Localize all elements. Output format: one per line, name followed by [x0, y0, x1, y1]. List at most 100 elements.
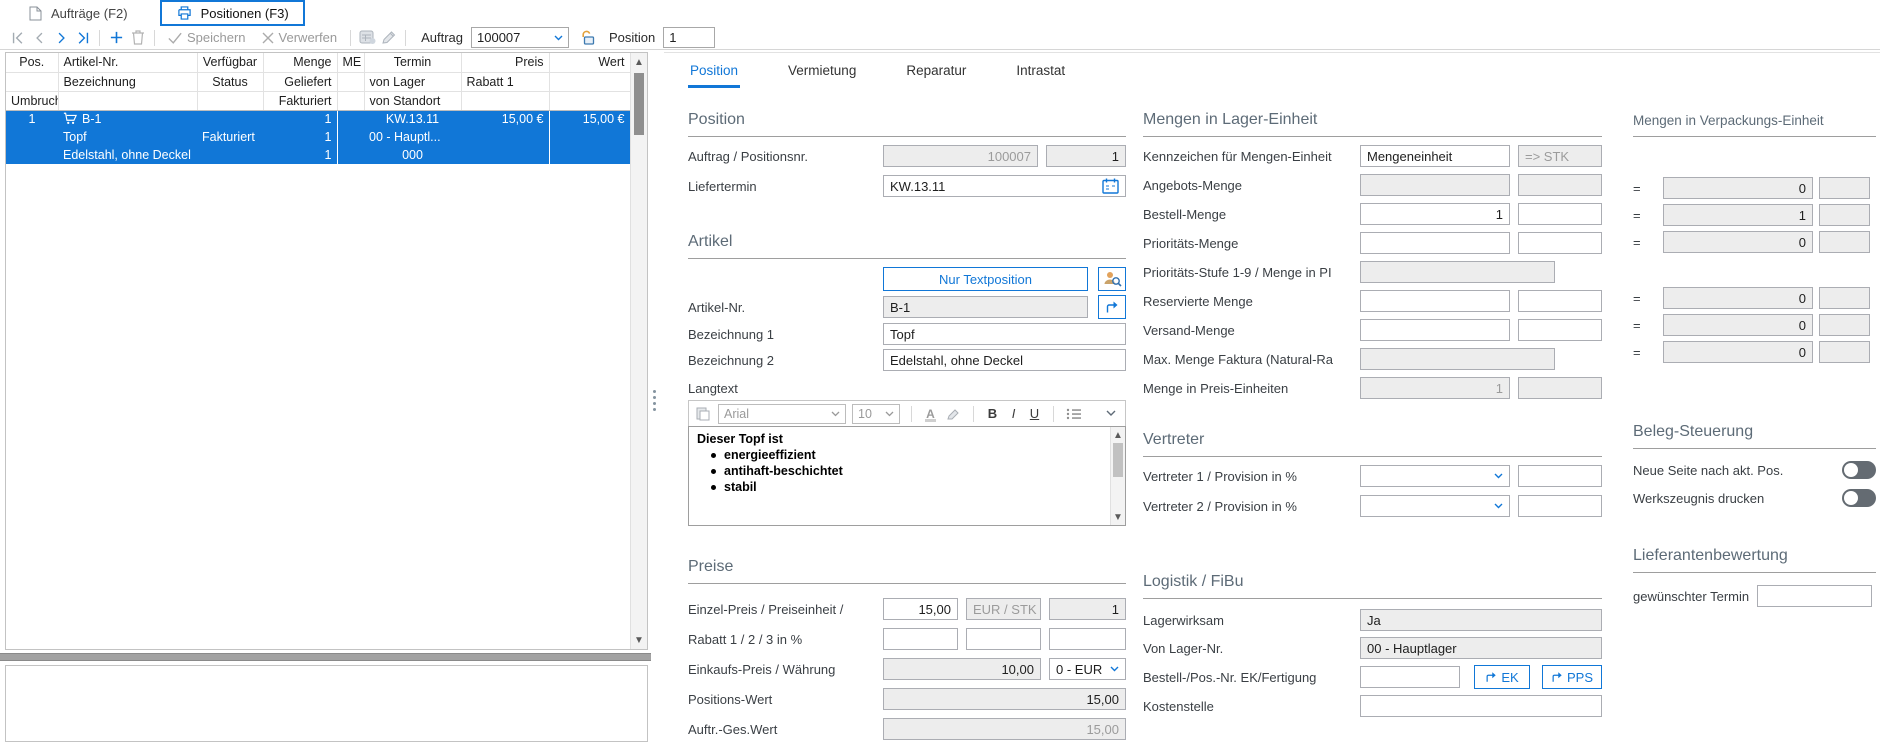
tab-auftraege[interactable]: Aufträge (F2) [12, 0, 142, 26]
cell-bezeichnung1[interactable]: Topf [58, 128, 197, 146]
delete-position-button[interactable] [127, 28, 149, 48]
next-record-button[interactable] [50, 28, 72, 48]
horizontal-splitter[interactable] [0, 653, 651, 661]
calendar-icon[interactable] [1102, 178, 1119, 194]
nur-textposition-button[interactable]: Nur Textposition [883, 267, 1088, 291]
reservierte-menge-input2[interactable] [1518, 290, 1602, 312]
underline-button[interactable]: U [1027, 406, 1042, 421]
cell-bezeichnung2[interactable]: Edelstahl, ohne Deckel [58, 146, 197, 164]
cell-geliefert[interactable]: 1 [263, 128, 337, 146]
vertreter1-select[interactable] [1360, 465, 1510, 487]
col-header-termin[interactable]: Termin [364, 53, 461, 72]
bullet-list-icon[interactable] [1065, 405, 1083, 423]
col-header-rabatt1[interactable]: Rabatt 1 [461, 72, 549, 91]
pps-jump-button[interactable]: PPS [1542, 665, 1602, 689]
bezeichnung1-input[interactable]: Topf [883, 323, 1126, 345]
scroll-down-arrow[interactable]: ▼ [631, 632, 647, 648]
ek-jump-button[interactable]: EK [1474, 665, 1530, 689]
bestell-menge-input2[interactable] [1518, 203, 1602, 225]
col-header-fakturiert[interactable]: Fakturiert [263, 91, 337, 110]
rabatt3-input[interactable] [1049, 628, 1126, 650]
langtext-editor[interactable]: Dieser Topf ist energieeffizient antihaf… [688, 426, 1126, 526]
bezeichnung2-input[interactable]: Edelstahl, ohne Deckel [883, 349, 1126, 371]
highlighter-icon[interactable] [944, 405, 962, 423]
editor-scrollbar[interactable]: ▲ ▼ [1110, 427, 1125, 525]
provision1-input[interactable] [1518, 465, 1602, 487]
artikel-suche-button[interactable] [1098, 267, 1126, 291]
cell-preis[interactable]: 15,00 € [461, 110, 549, 128]
save-button[interactable]: Speichern [160, 30, 254, 45]
scroll-up-arrow[interactable]: ▲ [1111, 427, 1125, 443]
position-input[interactable]: 1 [663, 27, 715, 48]
tab-positionen[interactable]: Positionen (F3) [160, 0, 305, 26]
einzelpreis-input[interactable]: 15,00 [883, 598, 958, 620]
font-color-button[interactable]: A [923, 407, 938, 421]
unlock-icon[interactable] [577, 28, 599, 48]
tab-intrastat[interactable]: Intrastat [1014, 59, 1067, 88]
scroll-thumb[interactable] [1113, 443, 1123, 477]
col-header-bezeichnung[interactable]: Bezeichnung [58, 72, 197, 91]
cell-von-lager[interactable]: 00 - Hauptl... [364, 128, 461, 146]
scroll-thumb[interactable] [634, 73, 644, 135]
cell-fakturiert[interactable]: 1 [263, 146, 337, 164]
col-header-me[interactable]: ME [337, 53, 364, 72]
versand-menge-input[interactable] [1360, 319, 1510, 341]
cell-menge[interactable]: 1 [263, 110, 337, 128]
discard-button[interactable]: Verwerfen [254, 30, 346, 45]
toolbar-more-chevron-icon[interactable] [1102, 405, 1120, 423]
rabatt2-input[interactable] [966, 628, 1041, 650]
kostenstelle-input[interactable] [1360, 695, 1602, 717]
col-header-pos[interactable]: Pos. [6, 53, 58, 72]
vertreter2-select[interactable] [1360, 495, 1510, 517]
col-header-menge[interactable]: Menge [263, 53, 337, 72]
col-header-umbruch[interactable]: Umbruch [6, 91, 58, 110]
col-header-preis[interactable]: Preis [461, 53, 549, 72]
calculator-icon[interactable] [356, 28, 378, 48]
cell-status[interactable]: Fakturiert [197, 128, 263, 146]
col-header-von-lager[interactable]: von Lager [364, 72, 461, 91]
liefertermin-input[interactable]: KW.13.11 [883, 175, 1126, 197]
prioritaets-menge-input[interactable] [1360, 232, 1510, 254]
font-family-select[interactable]: Arial [718, 404, 846, 424]
last-record-button[interactable] [72, 28, 94, 48]
tab-position[interactable]: Position [688, 59, 740, 88]
col-header-geliefert[interactable]: Geliefert [263, 72, 337, 91]
tab-reparatur[interactable]: Reparatur [904, 59, 968, 88]
cell-artikel-nr[interactable]: B-1 [58, 110, 197, 128]
cell-wert[interactable]: 15,00 € [549, 110, 630, 128]
versand-menge-input2[interactable] [1518, 319, 1602, 341]
col-header-wert[interactable]: Wert [549, 53, 630, 72]
rabatt1-input[interactable] [883, 628, 958, 650]
auftrag-combobox[interactable]: 100007 [471, 27, 569, 48]
paste-icon[interactable] [694, 405, 712, 423]
col-header-status[interactable]: Status [197, 72, 263, 91]
gewuenschter-termin-input[interactable] [1757, 585, 1872, 607]
neue-seite-toggle[interactable] [1842, 461, 1876, 479]
add-position-button[interactable] [105, 28, 127, 48]
bestell-menge-input[interactable]: 1 [1360, 203, 1510, 225]
panel-splitter-handle[interactable] [653, 390, 656, 411]
first-record-button[interactable] [6, 28, 28, 48]
bold-button[interactable]: B [985, 406, 1000, 421]
prioritaets-menge-input2[interactable] [1518, 232, 1602, 254]
cell-termin[interactable]: KW.13.11 [364, 110, 461, 128]
werkszeugnis-toggle[interactable] [1842, 489, 1876, 507]
col-header-verfuegbar[interactable]: Verfügbar [197, 53, 263, 72]
tab-vermietung[interactable]: Vermietung [786, 59, 858, 88]
italic-button[interactable]: I [1006, 406, 1021, 421]
cell-von-standort[interactable]: 000 [364, 146, 461, 164]
font-size-select[interactable]: 10 [852, 404, 900, 424]
provision2-input[interactable] [1518, 495, 1602, 517]
reservierte-menge-input[interactable] [1360, 290, 1510, 312]
col-header-artikel-nr[interactable]: Artikel-Nr. [58, 53, 197, 72]
waehrung-select[interactable]: 0 - EUR [1049, 658, 1126, 680]
previous-record-button[interactable] [28, 28, 50, 48]
col-header-von-standort[interactable]: von Standort [364, 91, 461, 110]
grid-scrollbar[interactable]: ▲ ▼ [630, 53, 647, 649]
scroll-down-arrow[interactable]: ▼ [1111, 509, 1125, 525]
cell-pos[interactable]: 1 [6, 110, 58, 128]
pencil-icon[interactable] [378, 28, 400, 48]
scroll-up-arrow[interactable]: ▲ [631, 54, 647, 70]
kennzeichen-input[interactable]: Mengeneinheit [1360, 145, 1510, 167]
bestell-pos-nr-input[interactable] [1360, 666, 1460, 688]
